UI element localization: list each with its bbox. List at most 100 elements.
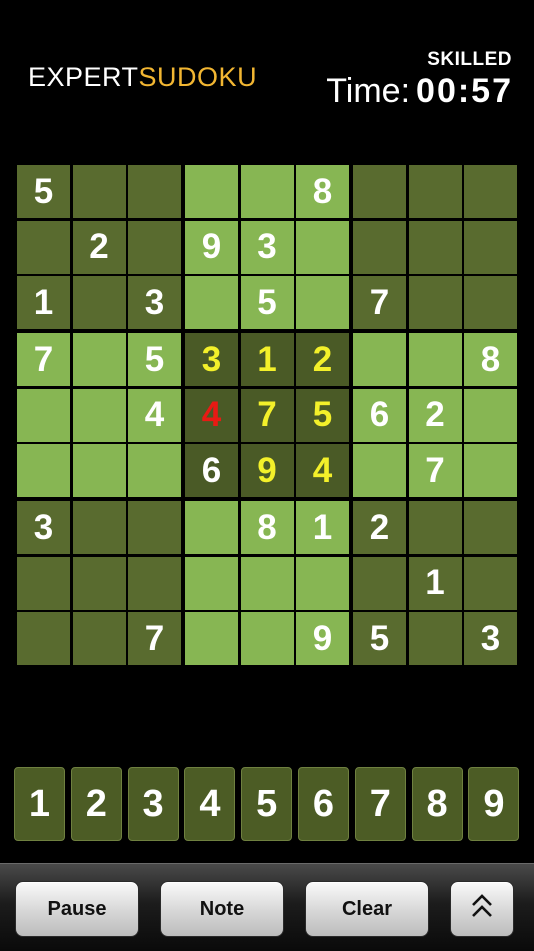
number-key[interactable]: 9 <box>468 767 520 841</box>
board-cell[interactable] <box>464 276 517 329</box>
board-cell[interactable] <box>185 556 238 610</box>
board-cell[interactable] <box>408 220 462 274</box>
board-cell[interactable]: 4 <box>128 388 181 442</box>
board-cell[interactable]: 3 <box>128 276 181 329</box>
board-cell[interactable]: 3 <box>17 501 70 554</box>
board-cell[interactable] <box>408 612 462 665</box>
board-cell[interactable]: 2 <box>296 333 349 386</box>
board-cell[interactable] <box>72 333 126 386</box>
board-cell[interactable] <box>464 444 517 497</box>
note-button[interactable]: Note <box>160 881 284 937</box>
board-cell[interactable] <box>185 276 238 329</box>
board-cell[interactable] <box>72 444 126 497</box>
cell-value: 3 <box>257 227 277 266</box>
board-cell[interactable]: 6 <box>353 388 406 442</box>
board-cell[interactable] <box>185 612 238 665</box>
board-cell[interactable] <box>240 556 294 610</box>
sudoku-board: 5829313577531284475626947381217953 <box>17 165 517 665</box>
board-cell[interactable]: 9 <box>296 612 349 665</box>
board-cell[interactable] <box>72 612 126 665</box>
board-cell[interactable]: 5 <box>296 388 349 442</box>
board-cell[interactable] <box>17 556 70 610</box>
board-cell[interactable]: 4 <box>296 444 349 497</box>
board-cell[interactable]: 7 <box>128 612 181 665</box>
cell-value: 1 <box>312 507 333 547</box>
number-key[interactable]: 3 <box>127 767 179 841</box>
pause-button[interactable]: Pause <box>15 881 139 937</box>
board-cell[interactable]: 5 <box>353 612 406 665</box>
number-key[interactable]: 7 <box>354 767 406 841</box>
board-cell[interactable]: 6 <box>185 444 238 497</box>
board-cell[interactable] <box>353 165 406 218</box>
board-cell[interactable] <box>296 220 349 274</box>
board-cell[interactable] <box>408 276 462 329</box>
board-cell[interactable]: 2 <box>72 220 126 274</box>
board-cell[interactable] <box>128 556 181 610</box>
board-cell[interactable]: 8 <box>296 165 349 218</box>
board-cell[interactable]: 7 <box>408 444 462 497</box>
board-cell[interactable]: 5 <box>240 276 294 329</box>
board-cell[interactable]: 3 <box>240 220 294 274</box>
board-cell[interactable] <box>464 556 517 610</box>
timer: Time: 00:57 <box>326 72 513 111</box>
board-cell[interactable]: 7 <box>353 276 406 329</box>
board-cell[interactable] <box>296 556 349 610</box>
board-cell[interactable] <box>72 388 126 442</box>
board-cell[interactable] <box>240 612 294 665</box>
board-cell[interactable] <box>353 556 406 610</box>
cell-value: 4 <box>201 395 222 434</box>
board-cell[interactable]: 1 <box>408 556 462 610</box>
number-key[interactable]: 1 <box>14 767 65 841</box>
board-cell[interactable] <box>408 501 462 554</box>
board-cell[interactable] <box>128 501 181 554</box>
clear-button[interactable]: Clear <box>305 881 429 937</box>
number-key[interactable]: 2 <box>70 767 122 841</box>
board-cell[interactable]: 5 <box>128 333 181 386</box>
board-cell[interactable]: 1 <box>296 501 349 554</box>
board-cell[interactable]: 9 <box>185 220 238 274</box>
board-cell[interactable] <box>353 333 406 386</box>
board-cell[interactable] <box>128 444 181 497</box>
board-cell[interactable] <box>464 165 517 218</box>
board-cell[interactable] <box>353 220 406 274</box>
board-cell[interactable]: 9 <box>240 444 294 497</box>
board-cell[interactable] <box>17 220 70 274</box>
board-cell[interactable] <box>72 165 126 218</box>
board-cell[interactable] <box>464 220 517 274</box>
board-cell[interactable]: 4 <box>185 388 238 442</box>
number-key[interactable]: 4 <box>184 767 236 841</box>
board-cell[interactable] <box>17 444 70 497</box>
board-cell[interactable]: 8 <box>240 501 294 554</box>
board-cell[interactable] <box>72 556 126 610</box>
board-cell[interactable] <box>72 276 126 329</box>
board-cell[interactable]: 7 <box>240 388 294 442</box>
board-cell[interactable]: 3 <box>464 612 517 665</box>
board-cell[interactable] <box>240 165 294 218</box>
board-cell[interactable]: 7 <box>17 333 70 386</box>
number-key[interactable]: 5 <box>241 767 293 841</box>
board-cell[interactable] <box>185 165 238 218</box>
board-cell[interactable] <box>72 501 126 554</box>
number-key[interactable]: 8 <box>411 767 463 841</box>
board-cell[interactable] <box>353 444 406 497</box>
board-cell[interactable]: 1 <box>17 276 70 329</box>
board-cell[interactable]: 2 <box>408 388 462 442</box>
board-cell[interactable] <box>464 501 517 554</box>
board-cell[interactable]: 1 <box>240 333 294 386</box>
board-cell[interactable]: 3 <box>185 333 238 386</box>
board-cell[interactable] <box>128 165 181 218</box>
board-cell[interactable] <box>296 276 349 329</box>
board-cell[interactable]: 5 <box>17 165 70 218</box>
board-cell[interactable] <box>17 612 70 665</box>
cell-value: 2 <box>425 395 445 434</box>
board-cell[interactable]: 8 <box>464 333 517 386</box>
board-cell[interactable]: 2 <box>353 501 406 554</box>
board-cell[interactable] <box>464 388 517 442</box>
board-cell[interactable] <box>408 165 462 218</box>
board-cell[interactable] <box>185 501 238 554</box>
number-key[interactable]: 6 <box>298 767 349 841</box>
board-cell[interactable] <box>17 388 70 442</box>
expand-button[interactable] <box>450 881 514 937</box>
board-cell[interactable] <box>128 220 181 274</box>
board-cell[interactable] <box>408 333 462 386</box>
